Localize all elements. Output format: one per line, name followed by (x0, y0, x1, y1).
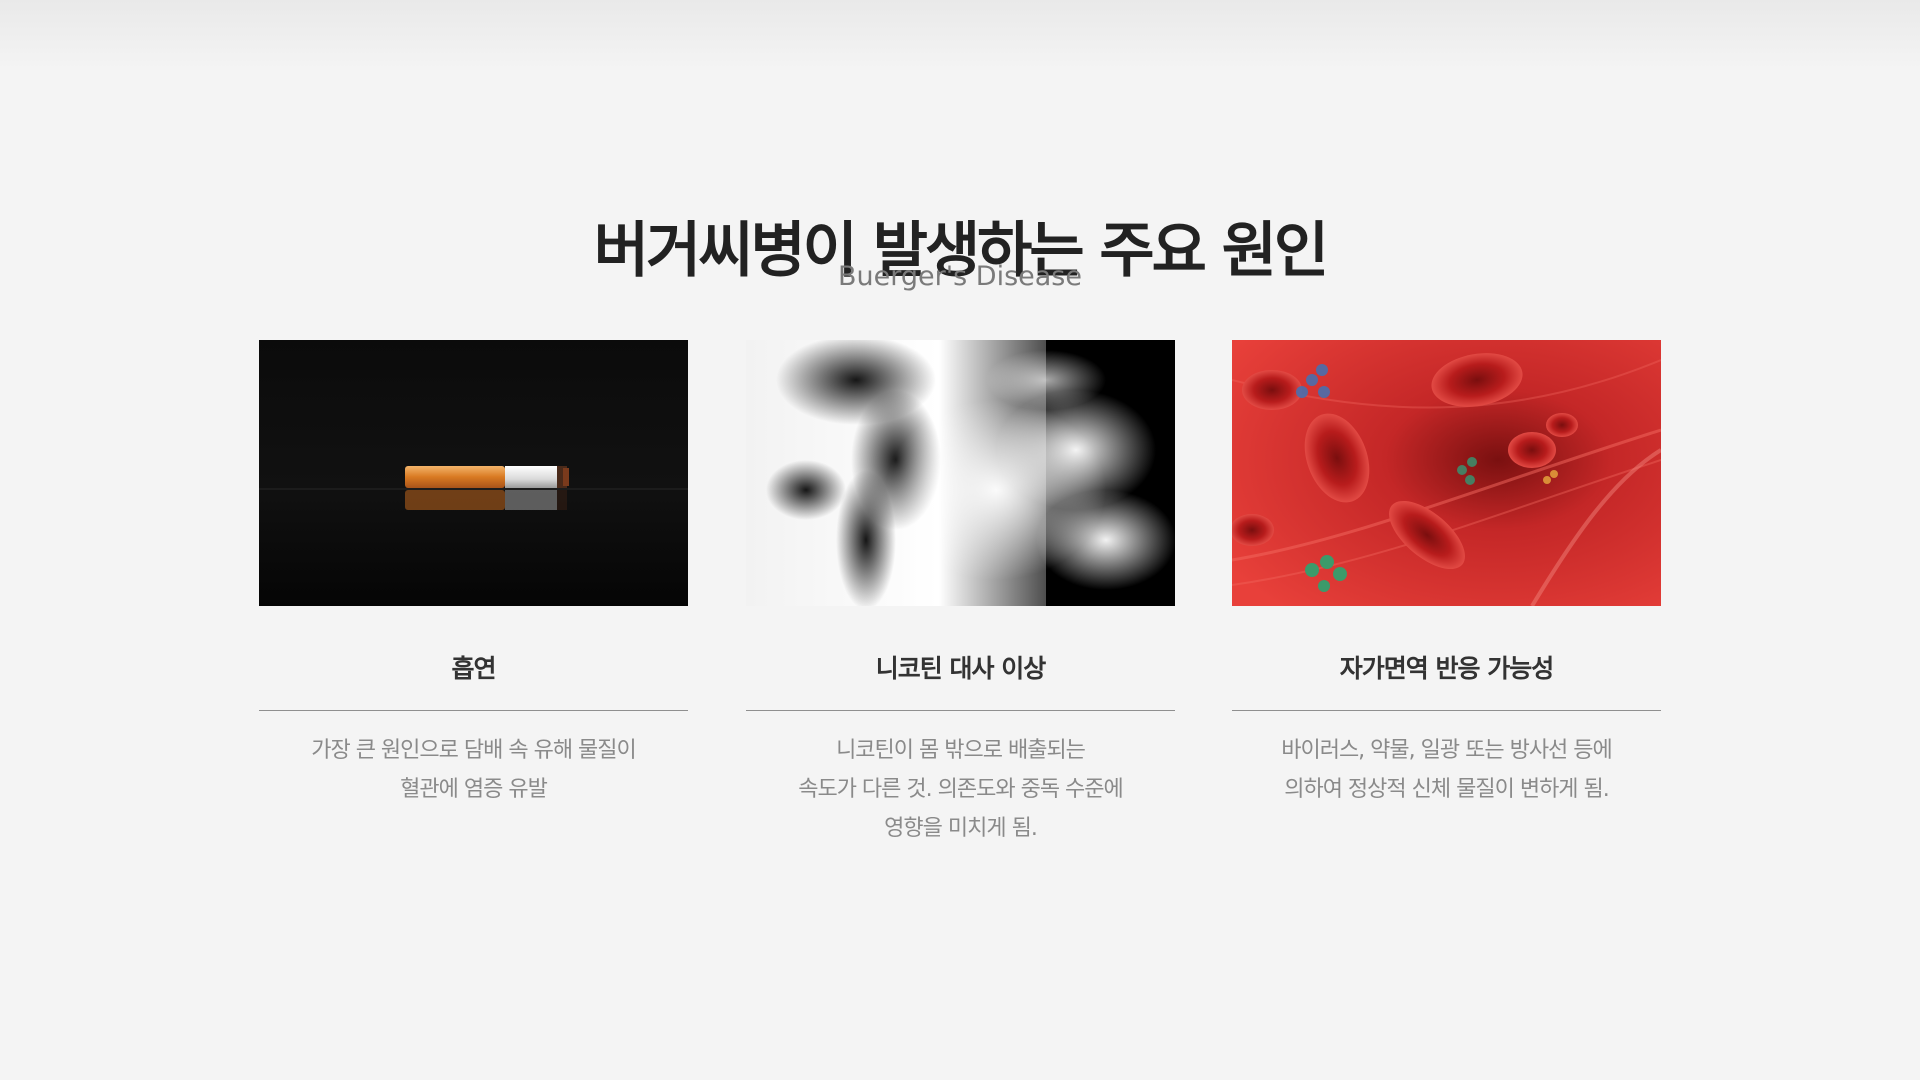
card-title: 흡연 (451, 654, 496, 683)
card-description: 가장 큰 원인으로 담배 속 유해 물질이 혈관에 염증 유발 (259, 731, 688, 809)
card-description-line: 바이러스, 약물, 일광 또는 방사선 등에 (1281, 738, 1613, 763)
smoke-image (746, 340, 1175, 606)
card-description-line: 의하여 정상적 신체 물질이 변하게 됨. (1284, 777, 1610, 802)
section-subtitle: Buerger's Disease (838, 261, 1082, 292)
card-description-line: 혈관에 염증 유발 (400, 777, 548, 802)
blood-vessel-image (1232, 340, 1661, 606)
card-divider (259, 710, 688, 711)
causes-section: 버거씨병이 발생하는 주요 원인 Buerger's Disease 흡연 가장… (0, 0, 1920, 1080)
card-description-line: 니코틴이 몸 밖으로 배출되는 (836, 738, 1086, 763)
card-divider (1232, 710, 1661, 711)
card-description-line: 영향을 미치게 됨. (884, 816, 1038, 841)
cause-card-smoking: 흡연 가장 큰 원인으로 담배 속 유해 물질이 혈관에 염증 유발 (259, 340, 688, 809)
card-title: 니코틴 대사 이상 (875, 654, 1046, 683)
card-title: 자가면역 반응 가능성 (1339, 654, 1554, 683)
card-description: 바이러스, 약물, 일광 또는 방사선 등에 의하여 정상적 신체 물질이 변하… (1232, 731, 1661, 809)
card-description: 니코틴이 몸 밖으로 배출되는 속도가 다른 것. 의존도와 중독 수준에 영향… (746, 731, 1175, 848)
cause-card-autoimmune: 자가면역 반응 가능성 바이러스, 약물, 일광 또는 방사선 등에 의하여 정… (1232, 340, 1661, 809)
card-description-line: 가장 큰 원인으로 담배 속 유해 물질이 (311, 738, 637, 763)
card-divider (746, 710, 1175, 711)
card-description-line: 속도가 다른 것. 의존도와 중독 수준에 (798, 777, 1124, 802)
cigarette-image (259, 340, 688, 606)
cause-card-nicotine: 니코틴 대사 이상 니코틴이 몸 밖으로 배출되는 속도가 다른 것. 의존도와… (746, 340, 1175, 848)
